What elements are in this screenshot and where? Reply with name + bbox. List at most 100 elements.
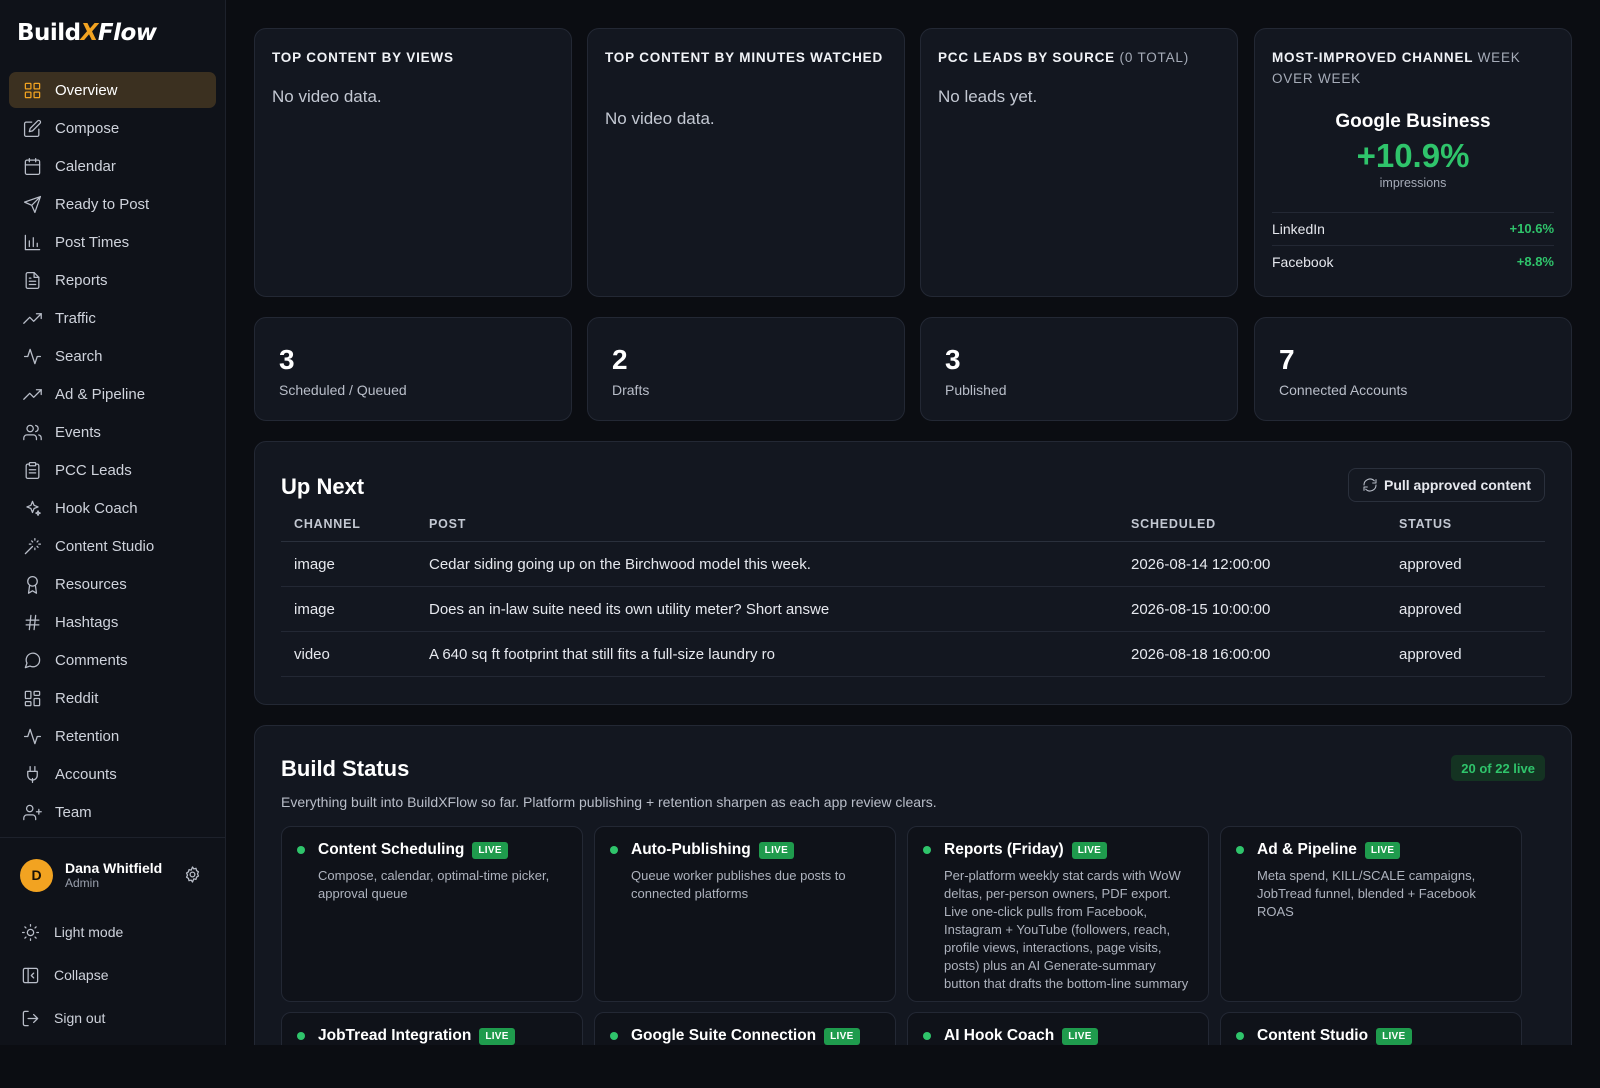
calendar-icon xyxy=(22,156,42,176)
sidebar-item-label: Hashtags xyxy=(55,613,119,631)
feature-card: Content Scheduling LIVE Compose, calendar,… xyxy=(281,826,583,1002)
cell-scheduled: 2026-08-14 12:00:00 xyxy=(1131,555,1271,573)
sidebar-item-search[interactable]: Search xyxy=(9,338,216,374)
sidebar-nav: Overview Compose Calendar Ready to Post Post… xyxy=(9,72,216,832)
channel-row-facebook: Facebook +8.8% xyxy=(1272,245,1554,277)
live-badge: LIVE xyxy=(1376,1027,1412,1045)
edit-icon xyxy=(22,118,42,138)
sidebar-item-label: Comments xyxy=(55,651,128,669)
brand-logo[interactable]: BuildXFlow xyxy=(17,20,157,50)
live-count-badge: 20 of 22 live xyxy=(1451,755,1545,781)
status-dot xyxy=(610,846,618,854)
sidebar-item-accounts[interactable]: Accounts xyxy=(9,756,216,792)
sign-out-button[interactable]: Sign out xyxy=(21,1006,105,1030)
pull-approved-content-button[interactable]: Pull approved content xyxy=(1347,468,1545,502)
sidebar-item-label: Reports xyxy=(55,271,108,289)
feature-title: Content Studio xyxy=(1257,1027,1369,1044)
card-title-sub: (0 total) xyxy=(1119,50,1190,65)
card-title: Most-improved channel week over week xyxy=(1272,47,1554,89)
column-header-status: STATUS xyxy=(1399,516,1452,531)
feature-card: JobTread Integration LIVE xyxy=(281,1012,583,1045)
cell-status: approved xyxy=(1399,600,1462,618)
table-row[interactable]: image Does an in-law suite need its own u… xyxy=(281,587,1545,632)
gear-icon[interactable] xyxy=(183,865,202,887)
send-icon xyxy=(22,194,42,214)
sidebar-item-calendar[interactable]: Calendar xyxy=(9,148,216,184)
feature-title: AI Hook Coach xyxy=(944,1027,1055,1044)
plug-icon xyxy=(22,764,42,784)
sidebar-item-comments[interactable]: Comments xyxy=(9,642,216,678)
activity-icon xyxy=(22,726,42,746)
cell-scheduled: 2026-08-18 16:00:00 xyxy=(1131,645,1271,663)
sparkles-icon xyxy=(22,498,42,518)
channel-row-linkedin: LinkedIn +10.6% xyxy=(1272,212,1554,244)
sidebar-item-reddit[interactable]: Reddit xyxy=(9,680,216,716)
stat-label: Published xyxy=(945,382,1007,398)
sidebar-item-label: Team xyxy=(55,803,92,821)
feature-title: JobTread Integration xyxy=(318,1027,472,1044)
sidebar-item-compose[interactable]: Compose xyxy=(9,110,216,146)
collapse-button[interactable]: Collapse xyxy=(21,963,108,987)
cell-scheduled: 2026-08-15 10:00:00 xyxy=(1131,600,1271,618)
sidebar-item-retention[interactable]: Retention xyxy=(9,718,216,754)
collapse-label: Collapse xyxy=(54,967,109,983)
sidebar-item-overview[interactable]: Overview xyxy=(9,72,216,108)
cell-post: A 640 sq ft footprint that still fits a … xyxy=(429,645,775,663)
user-plus-icon xyxy=(22,802,42,822)
avatar: D xyxy=(20,858,53,892)
sidebar-divider xyxy=(0,837,226,838)
sidebar-item-pcc-leads[interactable]: PCC Leads xyxy=(9,452,216,488)
sidebar-item-label: Events xyxy=(55,423,101,441)
feature-title: Reports (Friday) xyxy=(944,841,1064,858)
feature-header: Auto-Publishing LIVE xyxy=(631,841,795,859)
sidebar-item-label: Hook Coach xyxy=(55,499,138,517)
sidebar-item-reports[interactable]: Reports xyxy=(9,262,216,298)
sidebar-item-resources[interactable]: Resources xyxy=(9,566,216,602)
layout-grid-icon xyxy=(22,688,42,708)
pcc-leads-by-source-card: PCC leads by source (0 total) No leads y… xyxy=(920,28,1238,297)
empty-state: No video data. xyxy=(272,87,382,106)
feature-description: Per-platform weekly stat cards with WoW … xyxy=(944,868,1189,991)
sidebar-item-team[interactable]: Team xyxy=(9,794,216,830)
build-status-title: Build Status xyxy=(281,756,410,781)
sidebar-item-content-studio[interactable]: Content Studio xyxy=(9,528,216,564)
sidebar-item-hashtags[interactable]: Hashtags xyxy=(9,604,216,640)
feature-header: Google Suite Connection LIVE xyxy=(631,1027,860,1045)
sidebar-item-events[interactable]: Events xyxy=(9,414,216,450)
sidebar-item-post-times[interactable]: Post Times xyxy=(9,224,216,260)
sidebar-item-label: Retention xyxy=(55,727,120,745)
live-badge: LIVE xyxy=(472,841,508,859)
sidebar-item-traffic[interactable]: Traffic xyxy=(9,300,216,336)
build-status-panel: Build Status 20 of 22 live Everything bu… xyxy=(254,725,1572,1045)
up-next-panel: Up Next Pull approved content CHANNEL PO… xyxy=(254,441,1572,705)
empty-state: No leads yet. xyxy=(938,87,1038,106)
feature-title: Auto-Publishing xyxy=(631,841,751,858)
top-content-by-minutes-card: Top content by minutes watched No video … xyxy=(587,28,905,297)
table-body: image Cedar siding going up on the Birchw… xyxy=(281,542,1545,677)
channel-delta: +10.6% xyxy=(1509,221,1554,236)
table-row[interactable]: image Cedar siding going up on the Birchw… xyxy=(281,542,1545,587)
stat-label: Drafts xyxy=(612,382,650,398)
sign-out-label: Sign out xyxy=(54,1010,106,1026)
bar-chart-icon xyxy=(22,232,42,252)
table-row[interactable]: video A 640 sq ft footprint that still fi… xyxy=(281,632,1545,677)
card-title: PCC leads by source (0 total) xyxy=(938,47,1220,68)
user-role: Admin xyxy=(65,876,100,890)
feature-title: Google Suite Connection xyxy=(631,1027,817,1044)
award-icon xyxy=(22,574,42,594)
light-mode-toggle[interactable]: Light mode xyxy=(21,920,123,944)
sidebar-item-ad-pipeline[interactable]: Ad & Pipeline xyxy=(9,376,216,412)
channel-name: LinkedIn xyxy=(1272,220,1325,237)
stat-value: 3 xyxy=(279,344,295,375)
stat-card-scheduled: 3 Scheduled / Queued xyxy=(254,317,572,421)
status-dot xyxy=(923,846,931,854)
user-profile[interactable]: D Dana Whitfield Admin xyxy=(20,857,210,893)
trending-up-icon xyxy=(22,308,42,328)
sidebar-item-hook-coach[interactable]: Hook Coach xyxy=(9,490,216,526)
live-badge: LIVE xyxy=(758,841,795,859)
grid-icon xyxy=(22,80,42,100)
pull-button-label: Pull approved content xyxy=(1383,477,1531,493)
sidebar-item-ready-to-post[interactable]: Ready to Post xyxy=(9,186,216,222)
sidebar-item-label: Accounts xyxy=(55,765,117,783)
live-badge: LIVE xyxy=(1071,841,1108,859)
